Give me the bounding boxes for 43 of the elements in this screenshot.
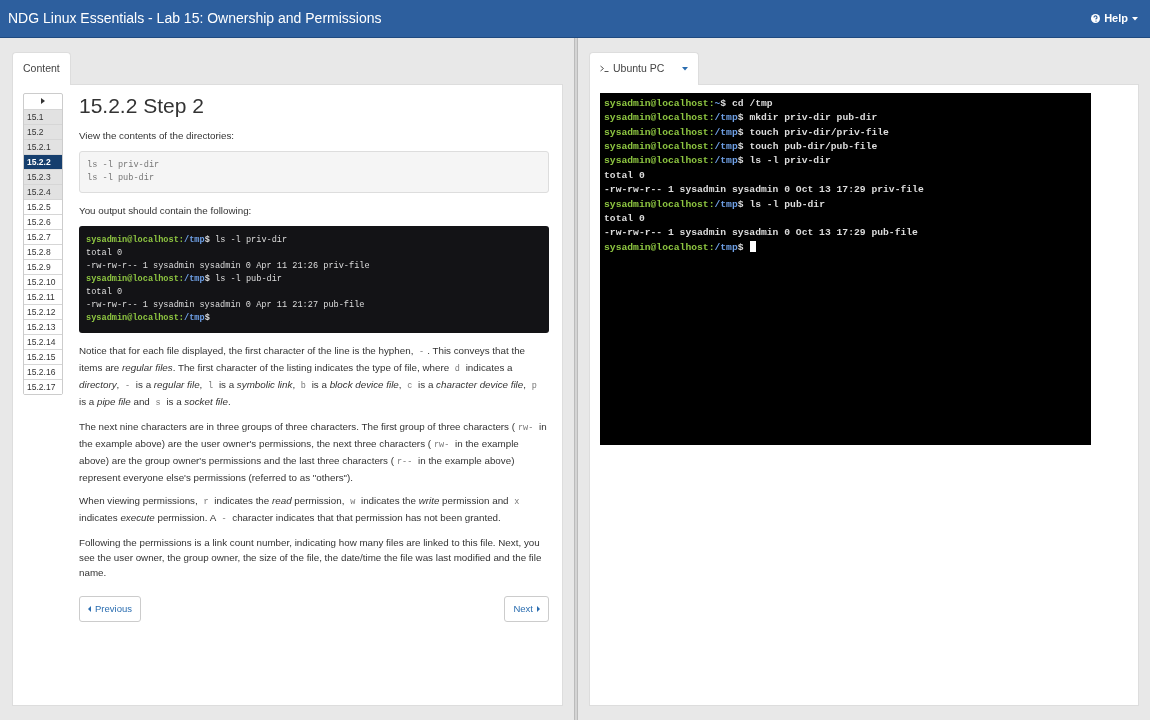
caret-icon [682, 66, 689, 71]
terminal-line: sysadmin@localhost:/tmp$ ls -l priv-dir [86, 233, 289, 247]
previous-button[interactable]: Previous [79, 595, 141, 623]
terminal-line: -rw-rw-r-- 1 sysadmin sysadmin 0 Oct 13 17:29 priv-file [604, 183, 925, 198]
terminal-line: total 0 [604, 168, 646, 183]
caret-left-icon [88, 606, 91, 613]
paragraph: Notice that for each file displayed, the first character of the line is the hyphen, - . This conveys that the items are regular files. The first character of the listing indicates the type of file, where d indicates a directory, - is a regular file, l is a symbolic link, b is a block device file, c is a character device file, p is a pipe file and s is a socket file. [79, 343, 538, 410]
terminal-icon [600, 65, 609, 73]
paragraph: Following the permissions is a link count number, indicating how many files are linked to this file. Next, you see the user owner, the group owner, the size of the file, the date/time the file was last modified and the file name. [79, 535, 543, 580]
caret-right-icon [537, 606, 540, 613]
terminal-line: sysadmin@localhost:/tmp$ [604, 240, 1087, 256]
terminal-line: sysadmin@localhost:/tmp$ ls -l pub-dir [604, 197, 826, 212]
next-button[interactable]: Next [504, 595, 549, 623]
splitter-handle[interactable] [574, 38, 578, 720]
paragraph: The next nine characters are in three groups of three characters. The first group of three characters ( rw- in the example above) are the user owner's permissions, the next three characters ( rw- in the example above) are the group owner's permissions and the last three characters ( r-- in the example above) represent everyone else's permissions (referred to as "others"). [79, 419, 548, 485]
help-menu[interactable]: Help [1091, 10, 1138, 27]
terminal-line: -rw-rw-r-- 1 sysadmin sysadmin 0 Oct 13 17:29 pub-file [604, 226, 919, 241]
tab[interactable]: Ubuntu PC [589, 52, 700, 85]
command-line: ls -l priv-dir [87, 158, 161, 172]
help-icon [1091, 14, 1101, 23]
terminal-line: sysadmin@localhost:/tmp$ ls -l pub-dir [86, 272, 283, 286]
paragraph: View the contents of the directories: [79, 128, 236, 143]
tab[interactable]: Content [12, 52, 71, 85]
step-link[interactable]: 15.1 [24, 108, 62, 124]
command-line: ls -l pub-dir [87, 171, 156, 185]
terminal-line: sysadmin@localhost:/tmp$ ls -l priv-dir [604, 154, 832, 169]
terminal-line: -rw-rw-r-- 1 sysadmin sysadmin 0 Apr 11 21:27 pub-file [86, 298, 366, 312]
terminal-window[interactable] [600, 92, 1091, 445]
terminal-line: sysadmin@localhost:/tmp$ touch pub-dir/pub-file [604, 139, 879, 154]
terminal-line: sysadmin@localhost:~$ cd /tmp [604, 96, 774, 111]
app-title: NDG Linux Essentials - Lab 15: Ownership and Permissions [8, 9, 382, 28]
paragraph: When viewing permissions, r indicates the read permission, w indicates the write permission and x indicates execute permission. A - character indicates that that permission has not been granted. [79, 493, 521, 526]
lesson-heading: 15.2.2 Step 2 [79, 92, 205, 118]
terminal-line: total 0 [86, 285, 124, 299]
terminal-line: sysadmin@localhost:/tmp$ touch priv-dir/priv-file [604, 125, 890, 140]
terminal-line: -rw-rw-r-- 1 sysadmin sysadmin 0 Apr 11 21:26 priv-file [86, 259, 371, 273]
play-icon [41, 98, 45, 105]
paragraph: You output should contain the following: [79, 203, 253, 218]
terminal-line: total 0 [604, 212, 646, 226]
caret-icon [1132, 16, 1138, 21]
terminal-line: sysadmin@localhost:/tmp$ [86, 311, 211, 325]
terminal-line: total 0 [86, 246, 124, 260]
terminal-line: sysadmin@localhost:/tmp$ mkdir priv-dir pub-dir [604, 111, 879, 126]
